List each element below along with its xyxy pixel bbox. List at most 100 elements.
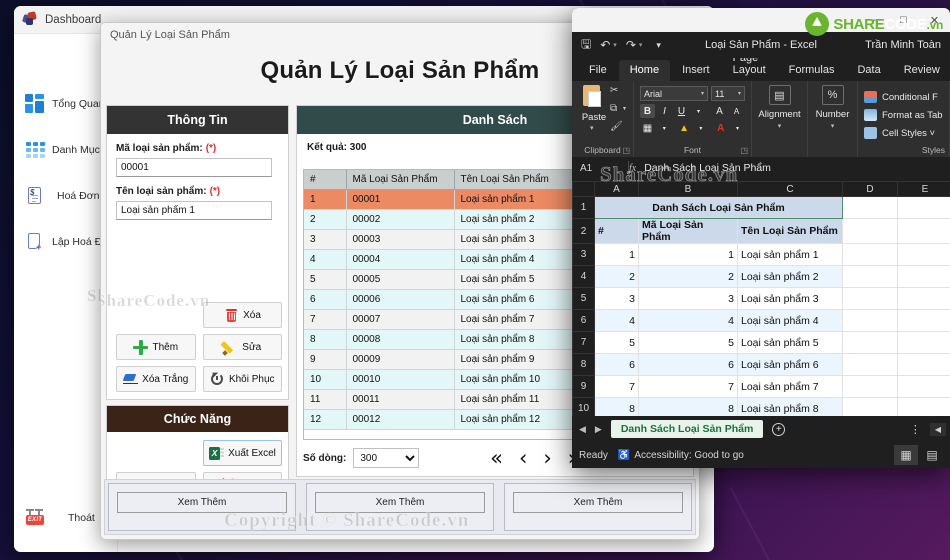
hscroll-left-icon[interactable]: ◀ [929,422,946,436]
spreadsheet-cell[interactable]: Loại sản phẩm 7 [737,375,843,398]
clipboard-dialog-launcher-icon[interactable]: ◳ [622,146,630,155]
sheet-menu-icon[interactable]: ⋮ [910,423,921,436]
column-header-ma[interactable]: Mã Loại Sản Phẩm [346,170,455,190]
font-dialog-launcher-icon[interactable]: ◳ [740,146,748,155]
format-as-table-button[interactable]: Format as Tab [864,106,943,124]
spreadsheet-cell[interactable]: 8 [594,397,639,416]
fill-color-button[interactable]: ▲ [677,121,692,135]
spreadsheet-header-cell[interactable]: Tên Loại Sản Phẩm [737,218,843,244]
spreadsheet-cell[interactable] [897,287,950,310]
font-size-select[interactable]: 11 ▾ [711,86,745,101]
xem-them-button[interactable]: Xem Thêm [117,492,287,513]
ribbon-group-number[interactable]: % Number ▾ [808,81,858,157]
spreadsheet-cell[interactable] [842,265,898,288]
spreadsheet-cell[interactable]: Loại sản phẩm 4 [737,309,843,332]
spreadsheet-cell[interactable] [842,331,898,354]
spreadsheet-cell[interactable] [897,375,950,398]
next-page-button[interactable]: › [543,447,551,469]
font-color-button[interactable]: A [713,121,728,135]
name-box[interactable]: A1 [576,159,628,177]
ma-loai-input[interactable] [116,158,272,177]
spreadsheet-cell[interactable] [842,196,898,219]
tab-home[interactable]: Home [618,60,671,81]
select-all-corner[interactable] [572,181,595,197]
borders-caret-icon[interactable]: ▾ [657,121,672,135]
bold-button[interactable]: B [640,104,655,118]
xoa-trang-button[interactable]: Xóa Trắng [116,366,196,392]
spreadsheet-cell[interactable] [842,353,898,376]
spreadsheet-grid[interactable]: A B C D E 1 Danh Sách Loại Sản Phẩm 2 # Mã L… [572,181,950,416]
tab-insert[interactable]: Insert [671,60,721,81]
spreadsheet-cell[interactable]: 5 [594,331,639,354]
row-header[interactable]: 3 [572,243,595,266]
copy-caret-icon[interactable]: ▾ [623,105,626,112]
number-caret-icon[interactable]: ▾ [808,122,857,130]
xuat-excel-button[interactable]: X Xuất Excel [203,440,282,466]
shrink-font-button[interactable]: A [729,104,744,118]
spreadsheet-cell[interactable] [897,218,950,244]
spreadsheet-cell[interactable]: Loại sản phẩm 1 [737,243,843,266]
add-sheet-icon[interactable]: + [772,422,786,436]
column-header-d[interactable]: D [842,181,898,197]
spreadsheet-cell[interactable]: 1 [594,243,639,266]
underline-caret-icon[interactable]: ▾ [691,104,706,118]
sheet-next-icon[interactable]: ▶ [595,424,602,435]
row-header[interactable]: 1 [572,196,595,219]
xem-them-button[interactable]: Xem Thêm [315,492,485,513]
spreadsheet-cell[interactable]: 7 [594,375,639,398]
view-normal-icon[interactable]: ▦ [894,445,918,465]
column-header-c[interactable]: C [737,181,843,197]
italic-button[interactable]: I [657,104,672,118]
spreadsheet-cell[interactable]: 2 [638,265,738,288]
formula-input-area[interactable]: fx Danh Sách Loại Sản Phẩm [629,162,950,174]
spreadsheet-cell[interactable] [897,397,950,416]
alignment-caret-icon[interactable]: ▾ [752,122,807,130]
spreadsheet-cell[interactable]: Loại sản phẩm 6 [737,353,843,376]
row-header[interactable]: 7 [572,331,595,354]
spreadsheet-cell[interactable] [897,265,950,288]
spreadsheet-cell[interactable]: Loại sản phẩm 8 [737,397,843,416]
grow-font-button[interactable]: A [712,104,727,118]
tab-data[interactable]: Data [846,60,891,81]
sua-button[interactable]: Sửa [202,334,282,360]
ribbon-group-alignment[interactable]: ▤ Alignment ▾ [752,81,808,157]
row-header[interactable]: 8 [572,353,595,376]
paste-icon[interactable] [581,85,603,109]
spreadsheet-header-cell[interactable]: Mã Loại Sản Phẩm [638,218,738,244]
merged-title-cell[interactable]: Danh Sách Loại Sản Phẩm [594,196,843,219]
copy-icon[interactable]: ⧉ [610,103,617,114]
spreadsheet-cell[interactable] [897,243,950,266]
view-page-layout-icon[interactable]: ▤ [920,445,944,465]
column-header-b[interactable]: B [638,181,738,197]
spreadsheet-cell[interactable]: 5 [638,331,738,354]
row-header[interactable]: 9 [572,375,595,398]
format-painter-icon[interactable]: 🖌 [610,121,623,132]
sidebar-item-thoat[interactable]: EXIT Thoát [14,502,95,534]
sheet-prev-icon[interactable]: ◀ [579,424,586,435]
spreadsheet-cell[interactable]: 1 [638,243,738,266]
ten-loai-input[interactable] [116,201,272,220]
spreadsheet-cell[interactable]: 7 [638,375,738,398]
spreadsheet-cell[interactable]: 6 [594,353,639,376]
spreadsheet-cell[interactable]: 4 [594,309,639,332]
tab-formulas[interactable]: Formulas [778,60,846,81]
column-header-index[interactable]: # [304,170,347,190]
tab-review[interactable]: Review [893,60,950,81]
underline-button[interactable]: U [674,104,689,118]
font-color-caret-icon[interactable]: ▾ [730,121,745,135]
spreadsheet-cell[interactable]: 3 [594,287,639,310]
excel-user-name[interactable]: Trần Minh Toàn [865,39,941,51]
them-button[interactable]: Thêm [116,334,196,360]
xem-them-button[interactable]: Xem Thêm [513,492,683,513]
fill-caret-icon[interactable]: ▾ [693,121,708,135]
spreadsheet-cell[interactable] [897,353,950,376]
spreadsheet-cell[interactable] [842,309,898,332]
row-header[interactable]: 10 [572,397,595,416]
spreadsheet-cell[interactable] [842,375,898,398]
khoi-phuc-button[interactable]: Khôi Phục [202,366,282,392]
tab-file[interactable]: File [578,60,618,81]
column-header-a[interactable]: A [594,181,639,197]
spreadsheet-cell[interactable]: Loại sản phẩm 2 [737,265,843,288]
spreadsheet-header-cell[interactable]: # [594,218,639,244]
spreadsheet-cell[interactable] [897,309,950,332]
